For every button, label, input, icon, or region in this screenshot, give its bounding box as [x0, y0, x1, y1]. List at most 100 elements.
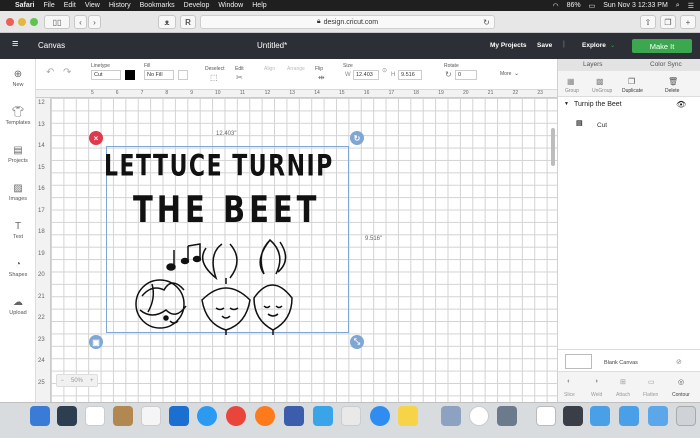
menu-app-name[interactable]: Safari [15, 2, 34, 9]
edit-button[interactable]: Edit [235, 66, 244, 72]
fill-color-swatch[interactable] [178, 70, 188, 80]
menu-list-icon[interactable]: ☰ [688, 2, 694, 10]
stickies-icon[interactable] [398, 406, 418, 426]
fill-select[interactable]: No Fill [144, 70, 174, 80]
delete-button[interactable]: Delete [665, 88, 679, 94]
hamburger-menu-icon[interactable]: ≡ [12, 38, 18, 50]
vertical-scrollbar[interactable] [551, 128, 555, 166]
calendar-icon[interactable] [85, 406, 105, 426]
arrange-button[interactable]: Arrange [287, 66, 305, 72]
sidebar-item-text[interactable]: T Text [0, 221, 36, 240]
trello-icon[interactable] [169, 406, 189, 426]
r-extension-icon[interactable]: R [180, 15, 196, 29]
height-input[interactable]: 9.516 [398, 70, 422, 80]
menu-develop[interactable]: Develop [184, 2, 210, 9]
my-projects-link[interactable]: My Projects [490, 42, 527, 49]
deselect-button[interactable]: Deselect [205, 66, 224, 72]
menu-help[interactable]: Help [252, 2, 266, 9]
finder-icon[interactable] [30, 406, 50, 426]
notes-icon[interactable] [113, 406, 133, 426]
close-window-button[interactable] [6, 18, 14, 26]
tab-layers[interactable]: Layers [583, 61, 603, 68]
document-title[interactable]: Untitled* [257, 41, 287, 50]
preview-icon[interactable] [441, 406, 461, 426]
utility-icon[interactable] [497, 406, 517, 426]
save-button[interactable]: Save [537, 42, 552, 49]
lock-ratio-icon[interactable]: ⊙ [382, 67, 387, 74]
undo-icon[interactable]: ↶ [46, 67, 54, 78]
menu-bookmarks[interactable]: Bookmarks [140, 2, 175, 9]
group-button[interactable]: Group [565, 88, 579, 94]
battery-level[interactable]: 86% [567, 2, 581, 9]
explore-chevron-icon[interactable]: ⌄ [610, 42, 615, 49]
sidebar-item-shapes[interactable]: ◔ Shapes [0, 259, 36, 278]
sidebar-toggle-icon[interactable]: ▯▯ [44, 15, 70, 29]
eye-icon[interactable]: 👁︎ [676, 100, 686, 109]
applications-folder-icon[interactable] [619, 406, 639, 426]
messages-icon[interactable] [370, 406, 390, 426]
share-icon[interactable]: ⇧ [640, 15, 656, 29]
tab-color-sync[interactable]: Color Sync [650, 61, 682, 68]
address-bar[interactable]: 🔒︎ design.cricut.com [200, 15, 495, 29]
flatten-button[interactable]: Flatten [643, 392, 658, 398]
ungroup-button[interactable]: UnGroup [592, 88, 612, 94]
launchpad-icon[interactable] [57, 406, 77, 426]
clock[interactable]: Sun Nov 3 12:33 PM [603, 2, 668, 9]
menu-edit[interactable]: Edit [64, 2, 76, 9]
zoom-window-button[interactable] [30, 18, 38, 26]
canvas-swatch[interactable] [565, 354, 592, 369]
width-input[interactable]: 12.403 [353, 70, 379, 80]
linetype-color-swatch[interactable] [125, 70, 135, 80]
document-thumbnail-icon[interactable] [536, 406, 556, 426]
layer-group-row[interactable]: ▼ Turnip the Beet 👁︎ [558, 100, 700, 112]
folder-icon[interactable] [648, 406, 668, 426]
new-tab-icon[interactable]: + [680, 15, 696, 29]
app-icon-light-blue[interactable] [313, 406, 333, 426]
forward-icon[interactable]: › [88, 15, 101, 29]
contour-button[interactable]: Contour [672, 392, 690, 398]
make-it-button[interactable]: Make It [632, 39, 692, 53]
sidebar-item-templates[interactable]: 👕︎ Templates [0, 107, 36, 126]
wifi-icon[interactable]: ◠ [552, 2, 558, 10]
back-icon[interactable]: ‹ [74, 15, 87, 29]
flip-button[interactable]: Flip [315, 66, 323, 72]
resize-handle-icon[interactable]: ⤡ [350, 335, 364, 349]
sidebar-item-images[interactable]: ▨ Images [0, 183, 36, 202]
more-button[interactable]: More [500, 71, 511, 77]
safari-icon[interactable] [197, 406, 217, 426]
menu-window[interactable]: Window [218, 2, 243, 9]
sidebar-item-new[interactable]: ⊕ New [0, 69, 36, 88]
search-icon[interactable]: ⌕ [676, 2, 680, 10]
sidebar-item-projects[interactable]: ▤ Projects [0, 145, 36, 164]
rotate-input[interactable]: 0 [455, 70, 477, 80]
sidebar-item-upload[interactable]: ☁ Upload [0, 297, 36, 316]
tabs-icon[interactable]: ❐ [660, 15, 676, 29]
lock-handle-icon[interactable]: ▣ [89, 335, 103, 349]
minimize-window-button[interactable] [18, 18, 26, 26]
slice-button[interactable]: Slice [564, 392, 575, 398]
downloads-folder-icon[interactable] [590, 406, 610, 426]
zoom-in-button[interactable]: + [90, 378, 94, 384]
align-button[interactable]: Align [264, 66, 275, 72]
rotate-handle-icon[interactable]: ↻ [350, 131, 364, 145]
layer-row[interactable]: ▤ Cut [558, 119, 700, 135]
menu-history[interactable]: History [109, 2, 131, 9]
explore-dropdown[interactable]: Explore [582, 42, 606, 49]
reload-icon[interactable]: ↻ [480, 15, 493, 29]
hidden-eye-icon[interactable]: ⊘ [676, 358, 682, 366]
linetype-select[interactable]: Cut [91, 70, 121, 80]
firefox-icon[interactable] [255, 406, 275, 426]
trash-dock-icon[interactable] [676, 406, 696, 426]
numbers-icon[interactable] [341, 406, 361, 426]
chrome-icon[interactable] [226, 406, 246, 426]
menu-view[interactable]: View [85, 2, 100, 9]
zoom-out-button[interactable]: − [60, 378, 64, 384]
cricut-bookmark-icon[interactable]: ᴥ [158, 15, 176, 29]
blank-canvas-row[interactable]: Blank Canvas ⊘ [558, 349, 700, 371]
attach-button[interactable]: Attach [616, 392, 630, 398]
duplicate-button[interactable]: Duplicate [622, 88, 643, 94]
slack-icon[interactable] [141, 406, 161, 426]
app-icon-blue[interactable] [284, 406, 304, 426]
redo-icon[interactable]: ↷ [63, 67, 71, 78]
delete-handle-icon[interactable]: × [89, 131, 103, 145]
